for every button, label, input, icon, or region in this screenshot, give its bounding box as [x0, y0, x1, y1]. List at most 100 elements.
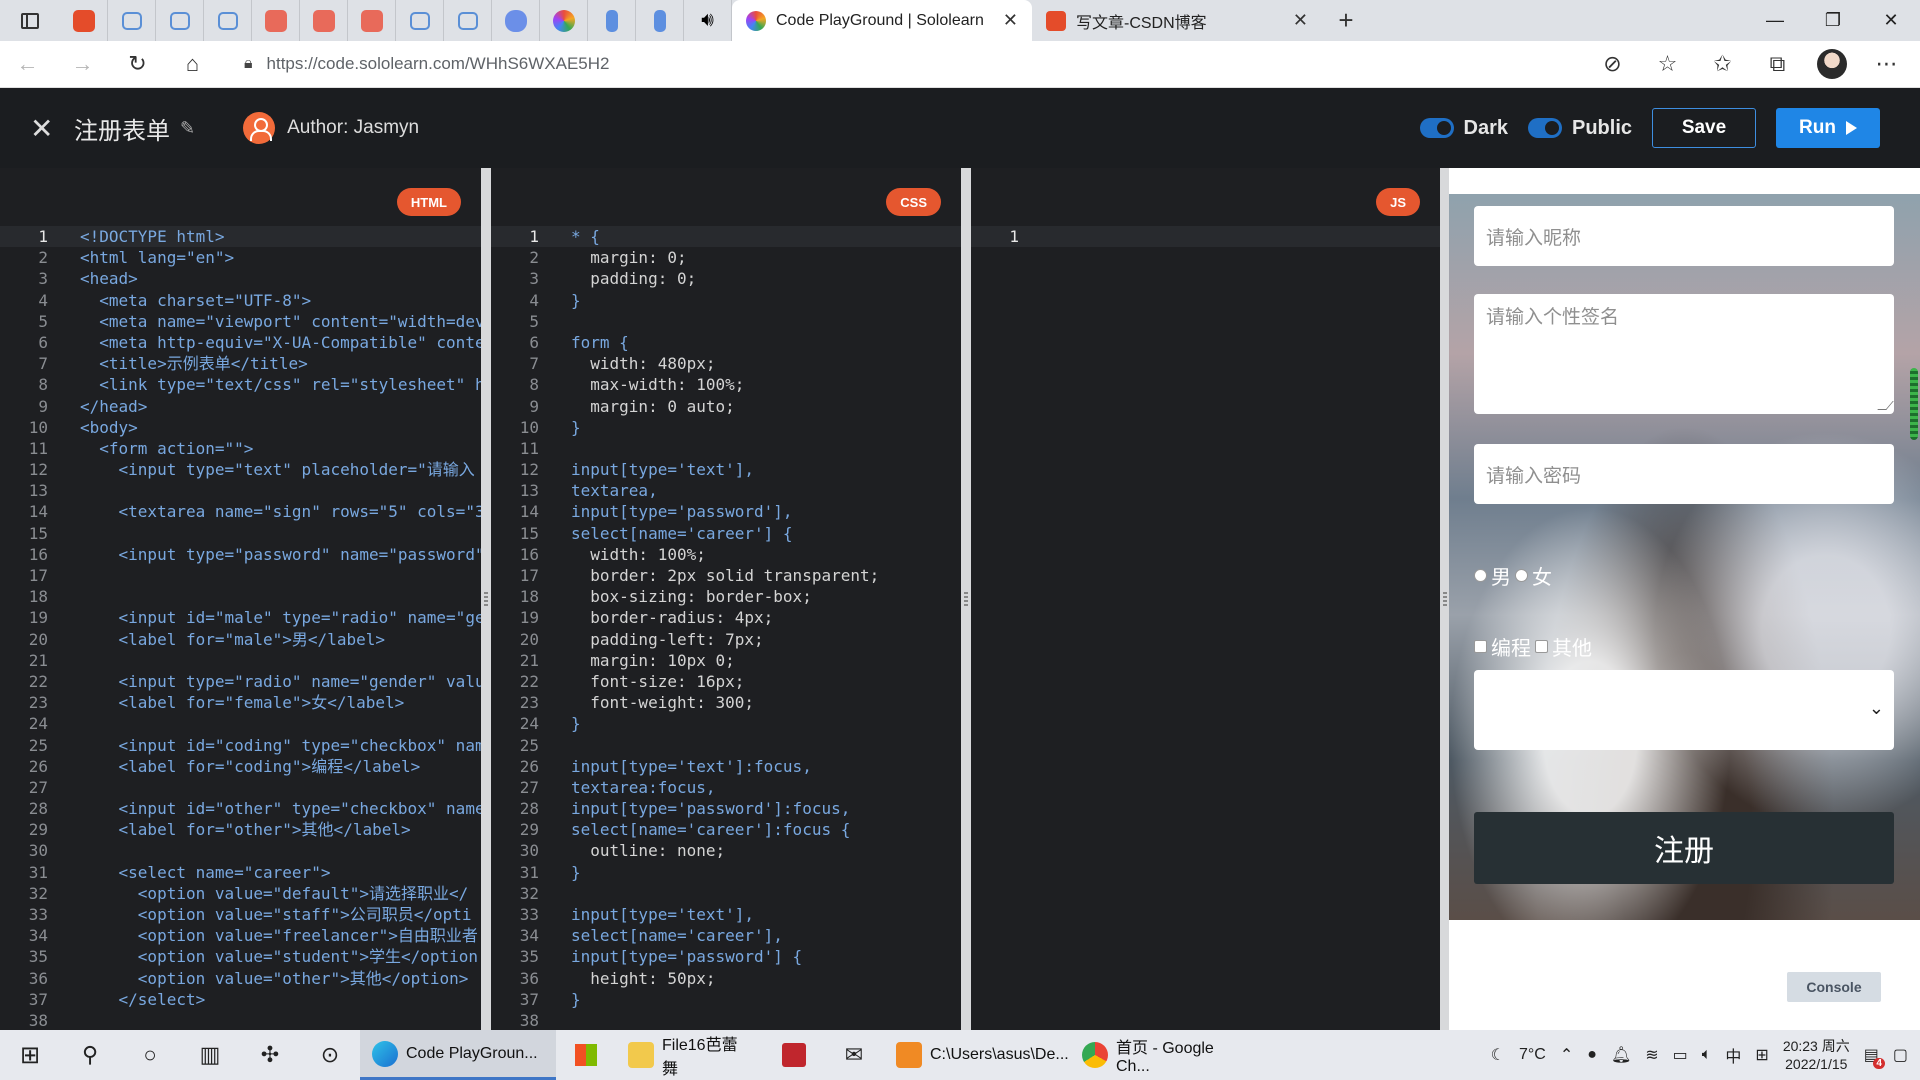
css-code-lines[interactable]: 1 * {2 margin: 0; 3 padding: 0; 4} 5 6 form {7…: [491, 226, 961, 1030]
pinned-app-icon[interactable]: ✣: [240, 1030, 300, 1080]
edit-title-icon[interactable]: ✎: [180, 118, 195, 139]
tab-actions-icon[interactable]: [0, 0, 60, 41]
code-line[interactable]: 3 <head>: [0, 268, 481, 289]
code-line[interactable]: 37}: [491, 989, 961, 1010]
code-line[interactable]: 3 padding: 0;: [491, 268, 961, 289]
code-line[interactable]: 7 <title>示例表单</title>: [0, 353, 481, 374]
search-app-icon[interactable]: ⊙: [300, 1030, 360, 1080]
bell-icon[interactable]: 🔔︎: [1611, 1045, 1631, 1065]
coding-checkbox[interactable]: [1474, 640, 1487, 653]
code-line[interactable]: 13 textarea,: [491, 480, 961, 501]
js-code-lines[interactable]: 1: [971, 226, 1440, 248]
console-button[interactable]: Console: [1787, 972, 1881, 1002]
code-line[interactable]: 25 <input id="coding" type="checkbox" na…: [0, 735, 481, 756]
code-line[interactable]: 21 margin: 10px 0;: [491, 650, 961, 671]
register-button[interactable]: 注册: [1474, 812, 1894, 884]
pinned-tab-8[interactable]: [444, 0, 492, 41]
code-line[interactable]: 13: [0, 480, 481, 501]
show-desktop-icon[interactable]: ▢: [1893, 1045, 1908, 1065]
code-line[interactable]: 2 margin: 0;: [491, 247, 961, 268]
code-line[interactable]: 35 <option value="student">学生</option: [0, 946, 481, 967]
start-icon[interactable]: ⊞: [0, 1030, 60, 1080]
code-line[interactable]: 27: [0, 777, 481, 798]
wifi-icon[interactable]: ≋: [1645, 1045, 1658, 1065]
minimize-icon[interactable]: —: [1746, 0, 1804, 41]
code-line[interactable]: 33 <option value="staff">公司职员</opti: [0, 904, 481, 925]
forward-icon[interactable]: →: [55, 51, 110, 77]
pinned-tab-6[interactable]: [348, 0, 396, 41]
female-radio[interactable]: [1515, 569, 1528, 582]
code-line[interactable]: 18: [0, 586, 481, 607]
code-line[interactable]: 35 input[type='password'] {: [491, 946, 961, 967]
lock-icon[interactable]: 🔒︎: [244, 55, 253, 73]
code-line[interactable]: 10}: [491, 417, 961, 438]
public-switch[interactable]: [1527, 118, 1562, 138]
code-line[interactable]: 28 <input id="other" type="checkbox" nam…: [0, 798, 481, 819]
career-select[interactable]: ⌄: [1474, 670, 1894, 750]
code-line[interactable]: 17 border: 2px solid transparent;: [491, 565, 961, 586]
pinned-tab-2[interactable]: [156, 0, 204, 41]
male-label[interactable]: 男: [1491, 561, 1511, 590]
sign-textarea[interactable]: 请输入个性签名: [1474, 294, 1894, 414]
code-line[interactable]: 23 font-weight: 300;: [491, 692, 961, 713]
tab-code-playground[interactable]: Code PlayGround | Sololearn ✕: [732, 0, 1032, 41]
ime-mode-icon[interactable]: ⊞: [1755, 1045, 1768, 1065]
code-line[interactable]: 5: [491, 311, 961, 332]
code-line[interactable]: 8 max-width: 100%;: [491, 374, 961, 395]
tray-expand-icon[interactable]: ⌃: [1560, 1045, 1573, 1065]
code-line[interactable]: 1 <!DOCTYPE html>: [0, 226, 481, 248]
profile-avatar[interactable]: [1817, 49, 1847, 79]
code-line[interactable]: 14 <textarea name="sign" rows="5" cols="…: [0, 501, 481, 522]
speaker-icon[interactable]: 🔊︎: [684, 0, 732, 41]
save-button[interactable]: Save: [1652, 108, 1756, 148]
code-line[interactable]: 36 height: 50px;: [491, 968, 961, 989]
code-line[interactable]: 29 select[name='career']:focus {: [491, 819, 961, 840]
search-icon[interactable]: ⚲: [60, 1030, 120, 1080]
weather-icon[interactable]: ☾: [1491, 1045, 1505, 1065]
code-line[interactable]: 32 <option value="default">请选择职业</: [0, 883, 481, 904]
cortana-icon[interactable]: ○: [120, 1030, 180, 1080]
pinned-tab-sololearn[interactable]: [540, 0, 588, 41]
code-line[interactable]: 16 width: 100%;: [491, 544, 961, 565]
code-line[interactable]: 37 </select>: [0, 989, 481, 1010]
code-line[interactable]: 22 font-size: 16px;: [491, 671, 961, 692]
code-line[interactable]: 12 <input type="text" placeholder="请输入: [0, 459, 481, 480]
qq-icon[interactable]: ●: [1587, 1046, 1597, 1064]
battery-icon[interactable]: ▭: [1673, 1045, 1688, 1065]
female-label[interactable]: 女: [1532, 561, 1552, 590]
code-line[interactable]: 24: [0, 713, 481, 734]
notification-icon[interactable]: ▤ 4: [1864, 1045, 1885, 1069]
code-line[interactable]: 32: [491, 883, 961, 904]
pinned-tab-1[interactable]: [108, 0, 156, 41]
code-line[interactable]: 31}: [491, 862, 961, 883]
css-editor[interactable]: CSS 1 * {2 margin: 0; 3 padding: 0; 4} 5 6 for…: [491, 168, 961, 1030]
code-line[interactable]: 28 input[type='password']:focus,: [491, 798, 961, 819]
dark-toggle[interactable]: Dark: [1419, 117, 1508, 140]
code-line[interactable]: 11 <form action="">: [0, 438, 481, 459]
splitter-1[interactable]: [481, 168, 491, 1030]
code-line[interactable]: 20 <label for="male">男</label>: [0, 629, 481, 650]
tab-close-icon[interactable]: ✕: [1293, 10, 1308, 31]
code-line[interactable]: 18 box-sizing: border-box;: [491, 586, 961, 607]
html-code-lines[interactable]: 1 <!DOCTYPE html> 2 <html lang="en"> 3 <head>…: [0, 226, 481, 1030]
ime-indicator[interactable]: 中: [1725, 1043, 1741, 1067]
favorites-icon[interactable]: ✩: [1695, 51, 1750, 77]
code-line[interactable]: 15: [0, 523, 481, 544]
code-line[interactable]: 30: [0, 840, 481, 861]
html-editor[interactable]: HTML 1 <!DOCTYPE html> 2 <html lang="en"> 3 <…: [0, 168, 481, 1030]
new-tab-button[interactable]: +: [1322, 0, 1370, 41]
other-label[interactable]: 其他: [1552, 632, 1592, 661]
code-line[interactable]: 8 <link type="text/css" rel="stylesheet"…: [0, 374, 481, 395]
code-line[interactable]: 1 * {: [491, 226, 961, 248]
collections-icon[interactable]: ⧉: [1750, 51, 1805, 77]
code-line[interactable]: 29 <label for="other">其他</label>: [0, 819, 481, 840]
taskbar-app-folder[interactable]: File16芭蕾舞: [616, 1030, 764, 1080]
code-line[interactable]: 26 input[type='text']:focus,: [491, 756, 961, 777]
code-line[interactable]: 31 <select name="career">: [0, 862, 481, 883]
code-line[interactable]: 38: [0, 1010, 481, 1030]
code-line[interactable]: 11: [491, 438, 961, 459]
other-checkbox[interactable]: [1535, 640, 1548, 653]
code-line[interactable]: 2 <html lang="en">: [0, 247, 481, 268]
code-line[interactable]: 30 outline: none;: [491, 840, 961, 861]
coding-label[interactable]: 编程: [1491, 632, 1531, 661]
